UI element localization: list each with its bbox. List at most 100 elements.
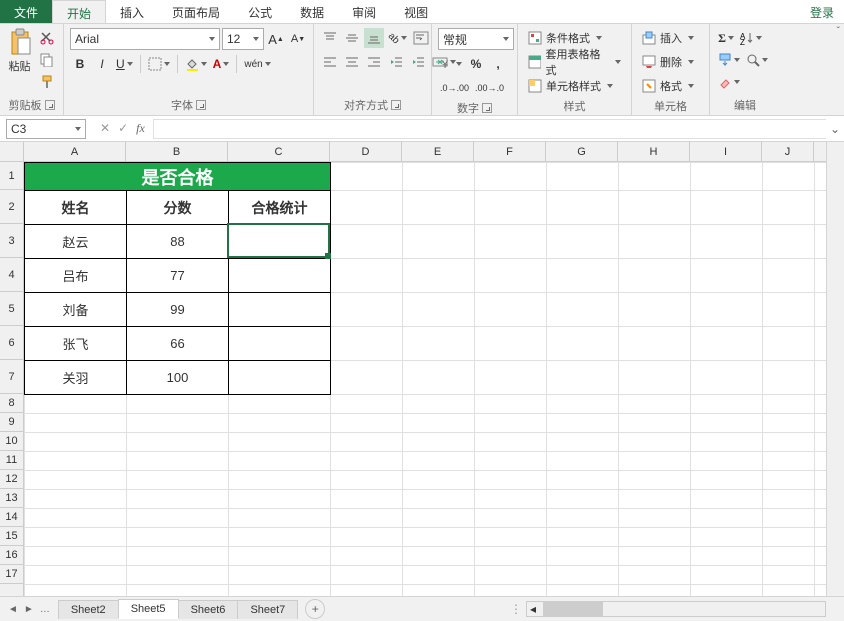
row-header[interactable]: 7 [0,360,23,394]
name-box[interactable]: C3 [6,119,86,139]
paste-button[interactable]: 粘贴 [6,28,33,74]
sheet-tab[interactable]: Sheet2 [58,600,119,619]
score-cell[interactable]: 99 [126,292,229,327]
row-header[interactable]: 11 [0,451,23,470]
decrease-decimal-button[interactable]: .00→.0 [473,78,506,98]
vertical-scrollbar[interactable] [826,142,844,596]
collapse-ribbon-button[interactable]: ˇ [837,26,840,37]
sheet-tab[interactable]: Sheet6 [178,600,239,619]
row-header[interactable]: 1 [0,162,23,190]
row-header[interactable]: 10 [0,432,23,451]
align-left-button[interactable] [320,52,340,72]
delete-cells-button[interactable]: 删除 [638,52,698,72]
font-size-select[interactable]: 12 [222,28,264,50]
align-right-button[interactable] [364,52,384,72]
borders-button[interactable] [146,54,172,74]
italic-button[interactable]: I [92,54,112,74]
shrink-font-button[interactable]: A▼ [288,29,308,49]
worksheet-grid[interactable]: 1234567891011121314151617 ABCDEFGHIJ 是否合… [0,142,844,596]
row-header[interactable]: 14 [0,508,23,527]
row-header[interactable]: 13 [0,489,23,508]
name-cell[interactable]: 吕布 [24,258,127,293]
tab-formulas[interactable]: 公式 [234,0,286,23]
clear-button[interactable] [716,72,742,92]
accept-formula-button[interactable]: ✓ [118,121,128,136]
row-header[interactable]: 17 [0,565,23,584]
orientation-button[interactable]: ab [386,28,409,48]
sheet-tab[interactable]: Sheet7 [237,600,298,619]
tab-review[interactable]: 审阅 [338,0,390,23]
row-header[interactable]: 2 [0,190,23,224]
tab-home[interactable]: 开始 [52,0,106,23]
percent-button[interactable]: % [466,54,486,74]
row-header[interactable]: 5 [0,292,23,326]
row-header[interactable]: 6 [0,326,23,360]
sheet-nav-more[interactable]: … [40,604,50,615]
column-header[interactable]: D [330,142,402,161]
score-cell[interactable]: 88 [126,224,229,259]
cell-style-button[interactable]: 单元格样式 [524,76,617,96]
score-cell[interactable]: 77 [126,258,229,293]
horizontal-scrollbar[interactable]: ◂ [526,601,826,617]
score-cell[interactable]: 66 [126,326,229,361]
pass-cell[interactable] [228,258,331,293]
name-cell[interactable]: 刘备 [24,292,127,327]
name-cell[interactable]: 关羽 [24,360,127,395]
clipboard-dialog-launcher[interactable] [45,100,55,110]
score-cell[interactable]: 100 [126,360,229,395]
sheet-tab[interactable]: Sheet5 [118,599,179,619]
number-dialog-launcher[interactable] [482,103,492,113]
column-header[interactable]: C [228,142,330,161]
decrease-indent-button[interactable] [386,52,406,72]
column-header[interactable]: B [126,142,228,161]
column-header[interactable]: G [546,142,618,161]
fill-color-button[interactable] [183,54,209,74]
formula-input[interactable] [153,119,826,139]
login-link[interactable]: 登录 [800,0,844,23]
grow-font-button[interactable]: A▲ [266,29,286,49]
align-center-button[interactable] [342,52,362,72]
column-header[interactable]: J [762,142,814,161]
underline-button[interactable]: U [114,54,135,74]
align-middle-button[interactable] [342,28,362,48]
font-color-button[interactable]: A [211,54,232,74]
insert-cells-button[interactable]: 插入 [638,28,698,48]
sheet-nav-prev[interactable]: ► [24,604,34,615]
fill-button[interactable] [716,50,742,70]
tab-view[interactable]: 视图 [390,0,442,23]
sheet-nav-first[interactable]: ◄ [8,604,18,615]
font-dialog-launcher[interactable] [196,100,206,110]
cancel-formula-button[interactable]: ✕ [100,121,110,136]
alignment-dialog-launcher[interactable] [391,100,401,110]
format-painter-button[interactable] [37,72,57,92]
copy-button[interactable] [37,50,57,70]
select-all-corner[interactable] [0,142,24,162]
table-format-button[interactable]: 套用表格格式 [524,52,625,72]
wrap-text-button[interactable] [411,28,431,48]
bold-button[interactable]: B [70,54,90,74]
insert-function-button[interactable]: fx [136,121,145,136]
pass-cell[interactable] [228,224,331,259]
column-header[interactable]: H [618,142,690,161]
conditional-format-button[interactable]: 条件格式 [524,28,606,48]
tab-page-layout[interactable]: 页面布局 [158,0,234,23]
column-header[interactable]: F [474,142,546,161]
increase-decimal-button[interactable]: .0→.00 [438,78,471,98]
tab-data[interactable]: 数据 [286,0,338,23]
name-cell[interactable]: 赵云 [24,224,127,259]
cut-button[interactable] [37,28,57,48]
format-cells-button[interactable]: 格式 [638,76,698,96]
tab-insert[interactable]: 插入 [106,0,158,23]
row-header[interactable]: 3 [0,224,23,258]
row-header[interactable]: 12 [0,470,23,489]
pass-cell[interactable] [228,360,331,395]
row-header[interactable]: 4 [0,258,23,292]
find-select-button[interactable] [744,50,770,70]
expand-formula-bar-button[interactable]: ⌄ [826,122,844,136]
increase-indent-button[interactable] [408,52,428,72]
column-header[interactable]: E [402,142,474,161]
column-header[interactable]: I [690,142,762,161]
phonetic-button[interactable]: wén [242,54,272,74]
pass-cell[interactable] [228,292,331,327]
new-sheet-button[interactable]: + [305,599,325,619]
